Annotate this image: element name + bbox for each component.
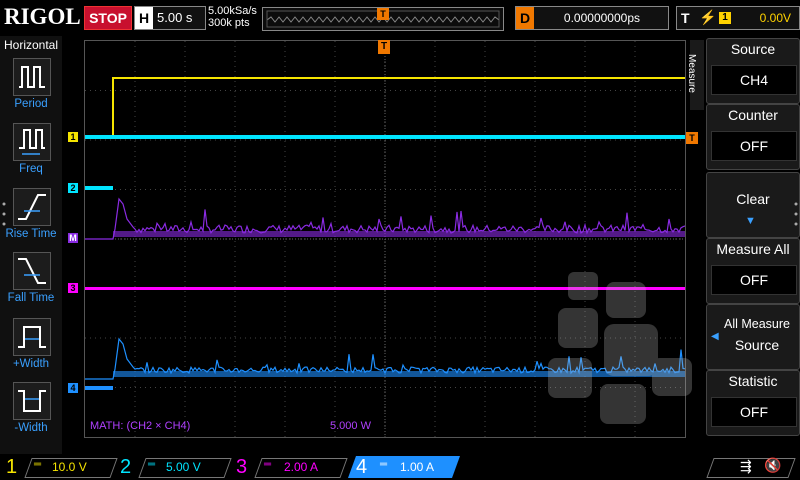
channel-status-bar: 1 ═ 10.0 V 2 ═ 5.00 V 3 ═ 2.00 A 4 ═ 1.0… <box>0 454 800 480</box>
sample-rate: 5.00kSa/s <box>208 5 257 17</box>
rising-edge-icon: ⚡ <box>699 9 717 25</box>
statistic-value: OFF <box>711 397 797 427</box>
trigger-level: 0.00V <box>759 11 791 25</box>
left-menu-title: Horizontal <box>3 38 59 52</box>
statistic-title: Statistic <box>728 373 778 389</box>
math-scale-label: 5.000 W <box>330 420 371 432</box>
dc-coupling-icon: ═ <box>264 459 272 470</box>
measure-tab-label: Measure <box>685 54 697 93</box>
ch3-marker[interactable]: 3 <box>68 283 78 293</box>
ch3-scale: 2.00 A <box>284 460 319 474</box>
measure-menu: Source ◀ CH4 Counter ◀ OFF Clear ▼ Measu… <box>704 36 800 454</box>
positive-width-label: +Width <box>12 358 50 370</box>
ch4-status[interactable]: 4 ═ 1.00 A <box>347 456 462 478</box>
fall-time-label: Fall Time <box>7 292 55 304</box>
negative-width-measure-button[interactable]: -Width <box>4 382 60 442</box>
ch2-trace <box>85 135 685 139</box>
source-title: Source <box>730 41 776 57</box>
horizontal-measure-menu: Horizontal Period Freq Rise Time Fall Ti… <box>0 36 62 454</box>
ch1-status[interactable]: 1 ═ 10.0 V <box>4 456 118 478</box>
ch1-marker[interactable]: 1 <box>68 132 78 142</box>
positive-width-icon <box>13 318 51 356</box>
counter-title: Counter <box>728 107 778 123</box>
clear-button[interactable]: Clear ▼ <box>706 172 800 238</box>
left-scroll-indicator <box>2 200 6 230</box>
source-button[interactable]: Source ◀ CH4 <box>706 38 800 104</box>
dc-coupling-icon: ═ <box>380 459 388 470</box>
usb-status: ⇶ 🔇 <box>706 456 796 478</box>
ch2-trace-pre <box>85 186 113 190</box>
dc-coupling-icon: ═ <box>148 459 156 470</box>
source-value: CH4 <box>711 65 797 95</box>
counter-button[interactable]: Counter ◀ OFF <box>706 104 800 170</box>
ch4-trace-pre <box>85 386 113 390</box>
all-measure-title: All Measure <box>724 317 790 331</box>
all-measure-value: Source <box>734 337 780 353</box>
trigger-level-marker[interactable]: T <box>686 132 698 144</box>
rise-time-measure-button[interactable]: Rise Time <box>4 188 60 248</box>
chevron-down-icon: ▼ <box>745 215 756 227</box>
delay-value: 0.00000000ps <box>563 11 640 25</box>
timebase-display[interactable]: H 5.00 s <box>134 6 206 30</box>
delay-label: D <box>516 7 534 29</box>
positive-width-measure-button[interactable]: +Width <box>4 318 60 378</box>
frequency-icon <box>13 123 51 161</box>
timebase-value: 5.00 s <box>157 10 193 25</box>
watermark-logo <box>548 262 698 447</box>
usb-icon: ⇶ <box>740 458 752 474</box>
frequency-measure-button[interactable]: Freq <box>4 123 60 183</box>
statistic-button[interactable]: Statistic OFF <box>706 370 800 436</box>
right-scroll-indicator <box>794 200 798 230</box>
measure-all-button[interactable]: Measure All OFF <box>706 238 800 304</box>
rigol-logo: RIGOL <box>4 4 81 29</box>
frequency-label: Freq <box>19 163 43 175</box>
clear-title: Clear <box>736 191 770 207</box>
trigger-source: 1 <box>719 12 731 24</box>
rise-time-label: Rise Time <box>5 228 57 240</box>
memory-trigger-marker: T <box>377 8 389 20</box>
ch1-scale: 10.0 V <box>52 460 87 474</box>
ch2-status[interactable]: 2 ═ 5.00 V <box>118 456 232 478</box>
period-measure-button[interactable]: Period <box>4 58 60 118</box>
run-stop-indicator[interactable]: STOP <box>84 6 132 30</box>
math-marker[interactable]: M <box>68 233 78 243</box>
rise-time-icon <box>13 188 51 226</box>
all-measure-source-button[interactable]: ◀ All Measure Source <box>706 304 800 370</box>
ch3-number: 3 <box>236 456 248 478</box>
ch2-scale: 5.00 V <box>166 460 201 474</box>
trigger-label: T <box>681 10 690 26</box>
measure-all-value: OFF <box>711 265 797 295</box>
speaker-icon: 🔇 <box>764 457 782 473</box>
negative-width-icon <box>13 382 51 420</box>
delay-display[interactable]: D 0.00000000ps <box>515 6 669 30</box>
ch3-status[interactable]: 3 ═ 2.00 A <box>234 456 348 478</box>
ch4-scale: 1.00 A <box>400 460 435 474</box>
memory-depth: 300k pts <box>208 17 250 29</box>
counter-value: OFF <box>711 131 797 161</box>
math-expression-label: MATH: (CH2 × CH4) <box>90 420 191 432</box>
ch4-marker[interactable]: 4 <box>68 383 78 393</box>
timebase-label: H <box>135 7 153 29</box>
memory-position-strip: T <box>262 7 504 31</box>
ch2-number: 2 <box>120 456 132 478</box>
negative-width-label: -Width <box>14 422 48 434</box>
fall-time-icon <box>13 252 51 290</box>
measure-all-title: Measure All <box>716 241 790 257</box>
ch2-marker[interactable]: 2 <box>68 183 78 193</box>
ch4-number: 4 <box>356 456 368 478</box>
dc-coupling-icon: ═ <box>34 459 42 470</box>
ch1-number: 1 <box>6 456 18 478</box>
trigger-display[interactable]: T ⚡ 1 0.00V <box>676 6 800 30</box>
fall-time-measure-button[interactable]: Fall Time <box>4 252 60 312</box>
top-status-bar: RIGOL STOP H 5.00 s 5.00kSa/s 300k pts T… <box>0 0 800 36</box>
acquisition-info: 5.00kSa/s 300k pts <box>208 5 257 29</box>
period-label: Period <box>14 98 48 110</box>
period-icon <box>13 58 51 96</box>
measure-menu-tab[interactable]: Measure <box>686 40 704 110</box>
math-trace-band <box>113 231 685 237</box>
trigger-position-marker[interactable]: T <box>378 40 390 54</box>
